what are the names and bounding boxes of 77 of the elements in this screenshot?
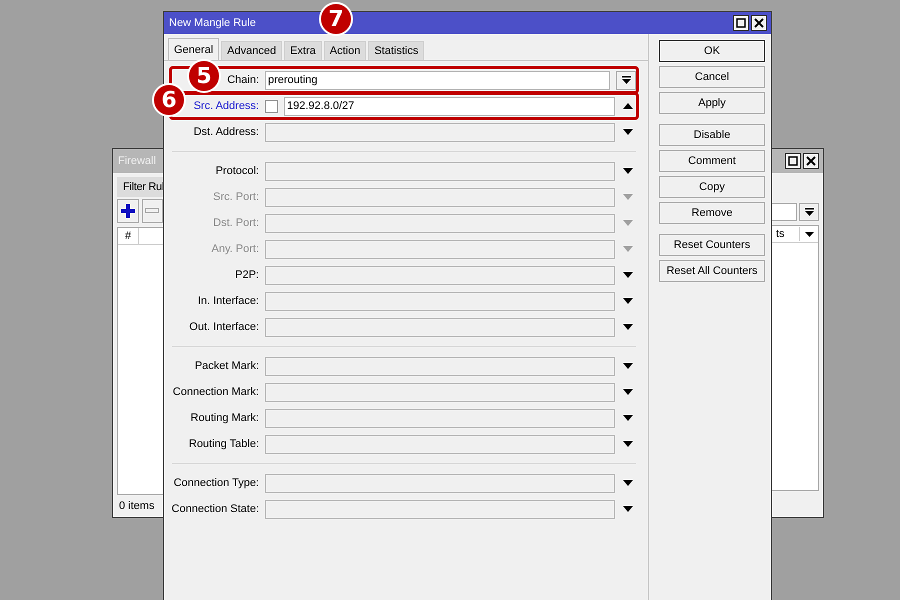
tab[interactable]: Advanced	[221, 41, 282, 60]
window-title: Firewall	[118, 155, 156, 167]
field-label: Out. Interface:	[189, 321, 259, 333]
maximize-button[interactable]	[733, 15, 749, 31]
dropdown-button[interactable]	[799, 203, 819, 221]
combo-field[interactable]	[265, 188, 615, 206]
close-button[interactable]	[751, 15, 767, 31]
combo-field[interactable]	[265, 240, 615, 258]
field-label: Protocol:	[216, 165, 259, 177]
collapse-arrow-icon[interactable]	[623, 103, 633, 109]
column-header[interactable]: ts	[769, 228, 785, 240]
negate-checkbox[interactable]	[265, 100, 278, 112]
add-button[interactable]	[117, 199, 138, 223]
combo-field[interactable]	[265, 408, 615, 428]
dropdown-arrow-icon[interactable]	[623, 363, 633, 369]
dialog-button[interactable]: Remove	[659, 202, 765, 224]
minus-icon	[145, 208, 160, 214]
dropdown-arrow-icon[interactable]	[623, 389, 633, 395]
dialog-button[interactable]: Copy	[659, 176, 765, 198]
combo-field[interactable]	[265, 382, 615, 402]
dropdown-arrow-icon[interactable]	[623, 298, 633, 304]
maximize-button[interactable]	[785, 153, 801, 169]
dropdown-arrow-icon[interactable]	[623, 506, 633, 512]
dialog-button[interactable]: Apply	[659, 92, 765, 114]
field-label: In. Interface:	[198, 295, 259, 307]
dropdown-arrow-icon[interactable]	[623, 129, 633, 135]
field-label: P2P:	[235, 269, 259, 281]
dropdown-arrow-icon[interactable]	[623, 168, 633, 174]
field-label: Chain:	[227, 74, 259, 86]
field-label: Routing Table:	[188, 438, 259, 450]
field-label: Src. Port:	[213, 191, 259, 203]
dialog-button[interactable]: Comment	[659, 150, 765, 172]
dialog-button[interactable]: Cancel	[659, 66, 765, 88]
tab[interactable]: Extra	[284, 41, 322, 60]
field-label: Connection Mark:	[172, 386, 259, 398]
status-text: 0 items	[118, 499, 156, 514]
dropdown-arrow-icon[interactable]	[623, 415, 633, 421]
dropdown-arrow-icon[interactable]	[623, 272, 633, 278]
dropdown-arrow-icon[interactable]	[623, 324, 633, 330]
dialog-button[interactable]: Disable	[659, 124, 765, 146]
select-field[interactable]: prerouting	[265, 70, 610, 90]
combo-field[interactable]	[265, 266, 615, 284]
dialog-button[interactable]: Reset All Counters	[659, 260, 765, 282]
combo-field[interactable]	[265, 500, 615, 518]
step-number-badge: 6	[152, 83, 186, 117]
combo-field[interactable]	[265, 318, 615, 336]
dialog-title: New Mangle Rule	[169, 17, 256, 29]
dropdown-arrow-icon	[804, 208, 814, 216]
field-label: Routing Mark:	[190, 412, 259, 424]
field-label: Packet Mark:	[194, 360, 259, 372]
combo-field[interactable]	[265, 292, 615, 310]
dropdown-arrow-icon[interactable]	[623, 480, 633, 486]
combo-field[interactable]	[265, 162, 615, 180]
close-button[interactable]	[803, 153, 819, 169]
step-number-badge: 7	[319, 2, 353, 36]
field-label: Dst. Address:	[194, 126, 259, 138]
column-header[interactable]: #	[118, 228, 139, 244]
dropdown-button[interactable]	[616, 70, 636, 90]
dropdown-arrow-icon[interactable]	[623, 441, 633, 447]
address-field[interactable]: 192.92.8.0/27	[284, 96, 615, 116]
tab[interactable]: General	[168, 38, 220, 60]
combo-field[interactable]	[265, 474, 615, 492]
combo-field[interactable]	[265, 122, 615, 142]
tab[interactable]: Action	[324, 41, 366, 60]
dialog-button[interactable]: OK	[659, 40, 765, 62]
tab[interactable]: Statistics	[368, 41, 424, 60]
combo-field[interactable]	[265, 434, 615, 454]
dropdown-arrow-icon	[804, 232, 814, 236]
field-label: Connection State:	[172, 503, 259, 515]
field-label: Any. Port:	[212, 243, 259, 255]
combo-field[interactable]	[265, 356, 615, 376]
field-label: Connection Type:	[174, 477, 259, 489]
dropdown-arrow-icon	[622, 76, 630, 84]
field-label: Dst. Port:	[213, 217, 259, 229]
combo-field[interactable]	[265, 214, 615, 232]
field-label: Src. Address:	[194, 100, 259, 112]
dialog-button[interactable]: Reset Counters	[659, 234, 765, 256]
